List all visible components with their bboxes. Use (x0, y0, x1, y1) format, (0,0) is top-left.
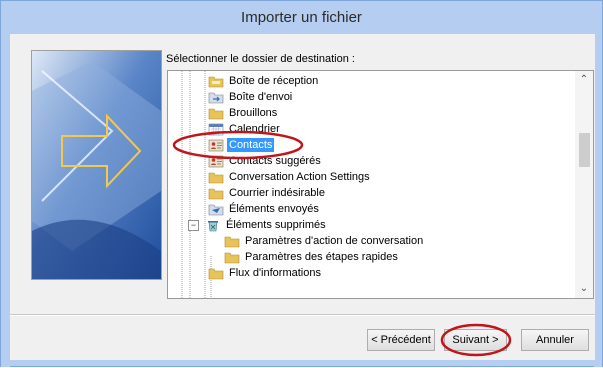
deleted-items-icon (208, 220, 218, 231)
import-file-dialog: Importer un fichier Sélectionner le doss… (0, 0, 603, 367)
inbox-icon (208, 76, 224, 87)
tree-item-label: Courrier indésirable (229, 187, 325, 199)
tree-item-label: Contacts (227, 138, 275, 152)
tree-item-boite-d-envoi[interactable]: Boîte d'envoi (208, 89, 294, 105)
folder-icon (208, 188, 224, 199)
collapse-toggle[interactable]: − (188, 219, 199, 231)
title-bar: Importer un fichier (1, 1, 602, 35)
scroll-up-arrow-icon[interactable]: ⌃ (575, 71, 593, 89)
window-frame-bottom (1, 359, 602, 366)
tree-item-contacts[interactable]: Contacts (208, 137, 275, 153)
folder-icon (208, 108, 224, 119)
folder-icon (224, 252, 240, 263)
tree-item-label: Boîte de réception (229, 75, 319, 87)
tree-item-courrier-indesirable[interactable]: Courrier indésirable (208, 185, 327, 201)
dialog-body: Sélectionner le dossier de destination :… (10, 34, 595, 360)
previous-button[interactable]: < Précédent (367, 329, 435, 351)
tree-item-label: Calendrier (229, 123, 280, 135)
tree-item-label: Paramètres d'action de conversation (245, 235, 424, 247)
folder-icon (224, 236, 240, 247)
tree-item-label: Boîte d'envoi (229, 91, 293, 103)
tree-item-label: Éléments supprimés (226, 219, 326, 231)
tree-item-calendrier[interactable]: Calendrier (208, 121, 282, 137)
tree-item-label: Éléments envoyés (229, 203, 319, 215)
wizard-arrow-graphic (32, 51, 161, 279)
folder-tree-panel: Boîte de réception Boîte d'envoi Brouill… (167, 70, 594, 299)
tree-item-label: Brouillons (229, 107, 278, 119)
tree-item-brouillons[interactable]: Brouillons (208, 105, 279, 121)
button-separator (10, 314, 595, 316)
tree-item-label: Paramètres des étapes rapides (245, 251, 398, 263)
tree-item-label: Contacts suggérés (229, 155, 321, 167)
tree-item-conversation-action-settings[interactable]: Conversation Action Settings (208, 169, 372, 185)
tree-item-label: Conversation Action Settings (229, 171, 370, 183)
window-frame-right (594, 34, 602, 367)
destination-prompt: Sélectionner le dossier de destination : (166, 53, 355, 65)
tree-item-parametres-action-conversation[interactable]: Paramètres d'action de conversation (224, 233, 425, 249)
outbox-icon (208, 92, 224, 103)
tree-item-contacts-suggeres[interactable]: Contacts suggérés (208, 153, 323, 169)
tree-item-boite-de-reception[interactable]: Boîte de réception (208, 73, 320, 89)
tree-item-elements-supprimes[interactable]: − Éléments supprimés (188, 217, 328, 233)
folder-icon (208, 172, 224, 183)
window-title: Importer un fichier (241, 9, 362, 26)
tree-item-label: Flux d'informations (229, 267, 321, 279)
calendar-icon (208, 123, 224, 135)
tree-item-parametres-etapes-rapides[interactable]: Paramètres des étapes rapides (224, 249, 400, 265)
scroll-thumb[interactable] (579, 133, 590, 167)
sent-items-icon (208, 204, 224, 215)
tree-item-flux-informations[interactable]: Flux d'informations (208, 265, 323, 281)
window-frame-left (1, 34, 10, 367)
tree-item-elements-envoyes[interactable]: Éléments envoyés (208, 201, 321, 217)
scroll-down-arrow-icon[interactable]: ⌄ (575, 280, 593, 298)
next-button[interactable]: Suivant > (444, 329, 507, 351)
cancel-button[interactable]: Annuler (521, 329, 589, 351)
contacts-icon (208, 155, 224, 167)
wizard-side-image (31, 50, 162, 280)
folder-tree[interactable]: Boîte de réception Boîte d'envoi Brouill… (168, 71, 575, 298)
folder-icon (208, 268, 224, 279)
contacts-icon (208, 139, 224, 151)
tree-vertical-scrollbar[interactable]: ⌃ ⌄ (575, 71, 593, 298)
